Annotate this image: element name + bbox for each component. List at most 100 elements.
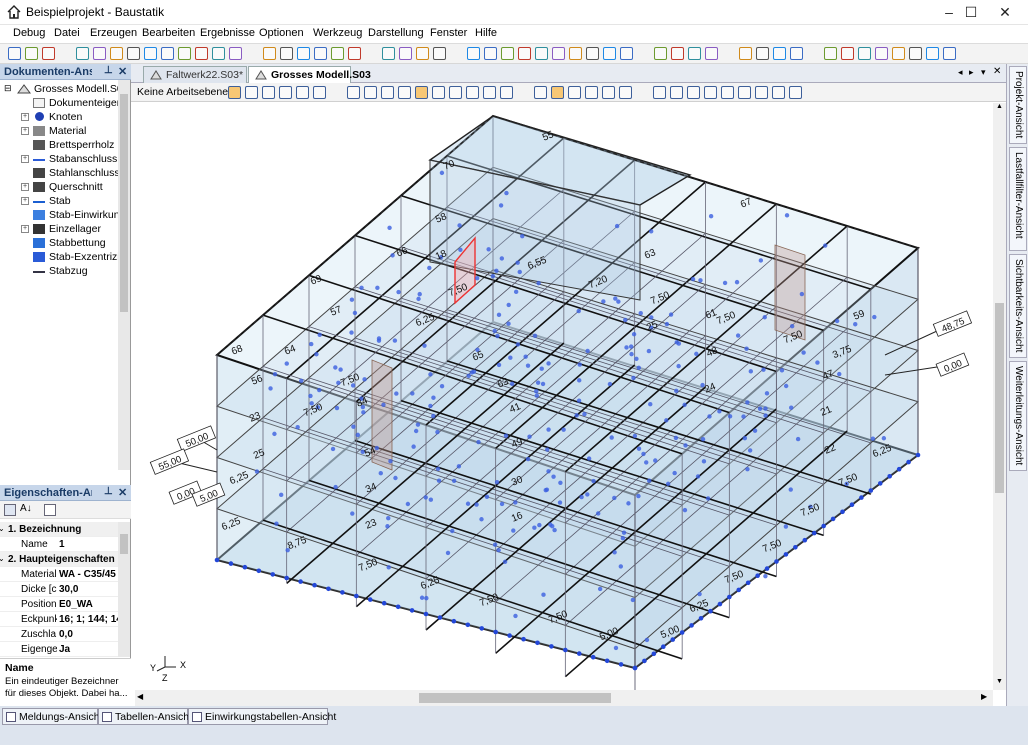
view-tool-icon[interactable] [721,86,734,99]
node-point[interactable] [591,478,596,484]
node-point[interactable] [479,626,485,631]
tab-sichtbarkeits-ansicht[interactable]: Sichtbarkeits-Ansicht [1009,254,1027,358]
node-point[interactable] [457,223,462,228]
structural-model[interactable]: 5570675866 18 6,556369 7,207,507,507,50576,… [135,103,993,690]
node-point[interactable] [393,475,398,481]
node-point[interactable] [744,346,749,351]
node-point[interactable] [354,593,359,599]
node-point[interactable] [636,446,642,451]
toolbar-tool-icon[interactable] [433,47,446,60]
node-point[interactable] [607,381,613,387]
node-point[interactable] [665,481,671,487]
collapse-icon[interactable]: ⌄ [0,524,5,533]
toolbar-tool-icon[interactable] [875,47,888,60]
node-point[interactable] [701,459,707,464]
toolbar-tool-icon[interactable] [773,47,786,60]
node-point[interactable] [465,501,471,506]
node-point[interactable] [299,378,304,384]
node-point[interactable] [755,573,760,578]
node-point[interactable] [272,431,277,437]
property-row[interactable]: Position E0_WA [0,597,118,612]
node-point[interactable] [435,466,441,472]
node-point[interactable] [651,651,657,657]
toolbar-tool-icon[interactable] [841,47,854,60]
node-point[interactable] [609,435,614,440]
node-point[interactable] [351,424,356,429]
node-point[interactable] [795,436,801,442]
property-value[interactable]: E0_WA [59,599,119,610]
node-point[interactable] [576,651,582,656]
node-point[interactable] [682,507,688,513]
toolbar-tool-icon[interactable] [518,47,531,60]
node-point[interactable] [727,594,732,600]
tree-item[interactable]: + Querschnitt [0,180,118,194]
node-point[interactable] [653,458,658,463]
toolbar-tool-icon[interactable] [178,47,191,60]
node-point[interactable] [672,470,677,476]
view-tool-icon[interactable] [415,86,428,99]
viewport-vscroll-thumb[interactable] [995,303,1004,493]
node-point[interactable] [352,310,358,316]
node-point[interactable] [431,413,436,419]
node-point[interactable] [375,285,380,291]
node-point[interactable] [278,492,284,498]
node-point[interactable] [618,564,624,569]
node-point[interactable] [392,338,398,343]
node-point[interactable] [317,387,322,393]
node-point[interactable] [877,481,883,486]
node-point[interactable] [815,360,820,365]
model-label[interactable]: 48,75 [940,316,966,335]
node-point[interactable] [634,356,639,362]
property-row[interactable]: Material WA - C35/45 [0,567,118,582]
node-point[interactable] [428,403,433,409]
toolbar-tool-icon[interactable] [212,47,225,60]
node-point[interactable] [697,591,702,597]
node-point[interactable] [674,388,679,394]
node-point[interactable] [550,523,555,529]
node-point[interactable] [616,299,621,304]
node-point[interactable] [601,299,606,304]
toolbar-tool-icon[interactable] [382,47,395,60]
toolbar-tool-icon[interactable] [858,47,871,60]
node-point[interactable] [451,478,457,483]
expand-icon[interactable]: + [21,197,29,205]
node-point[interactable] [537,522,542,528]
node-point[interactable] [511,528,516,533]
node-point[interactable] [546,469,551,474]
view-tool-icon[interactable] [449,86,462,99]
tree-scrollbar[interactable] [118,80,130,470]
node-point[interactable] [445,550,451,556]
node-point[interactable] [840,509,845,515]
node-point[interactable] [387,225,392,231]
node-point[interactable] [312,582,317,588]
node-point[interactable] [783,524,789,529]
node-point[interactable] [590,654,596,660]
toolbar-tool-icon[interactable] [331,47,344,60]
node-point[interactable] [779,368,785,373]
node-point[interactable] [834,318,840,324]
node-point[interactable] [496,312,502,318]
tab-einwirkungstabellen-ansicht[interactable]: Einwirkungstabellen-Ansicht [188,708,336,725]
property-value[interactable]: Ja [59,644,119,655]
node-point[interactable] [536,280,541,286]
node-point[interactable] [577,378,582,383]
node-point[interactable] [361,410,366,415]
tab-lastfallfilter-ansicht[interactable]: Lastfallfilter-Ansicht [1009,147,1027,251]
node-point[interactable] [394,391,399,396]
toolbar-tool-icon[interactable] [756,47,769,60]
node-point[interactable] [540,381,546,387]
toolbar-tool-icon[interactable] [144,47,157,60]
node-point[interactable] [535,640,540,646]
view-tool-icon[interactable] [228,86,241,99]
node-point[interactable] [439,383,445,389]
toolbar-tool-icon[interactable] [263,47,276,60]
node-point[interactable] [690,276,696,282]
node-point[interactable] [636,365,642,370]
node-point[interactable] [735,333,741,338]
toolbar-tool-icon[interactable] [926,47,939,60]
toolbar-tool-icon[interactable] [705,47,718,60]
node-point[interactable] [492,542,498,547]
tab-meldungs-ansicht[interactable]: Meldungs-Ansicht [2,708,102,725]
node-point[interactable] [707,414,712,419]
categorized-icon[interactable] [4,504,16,516]
